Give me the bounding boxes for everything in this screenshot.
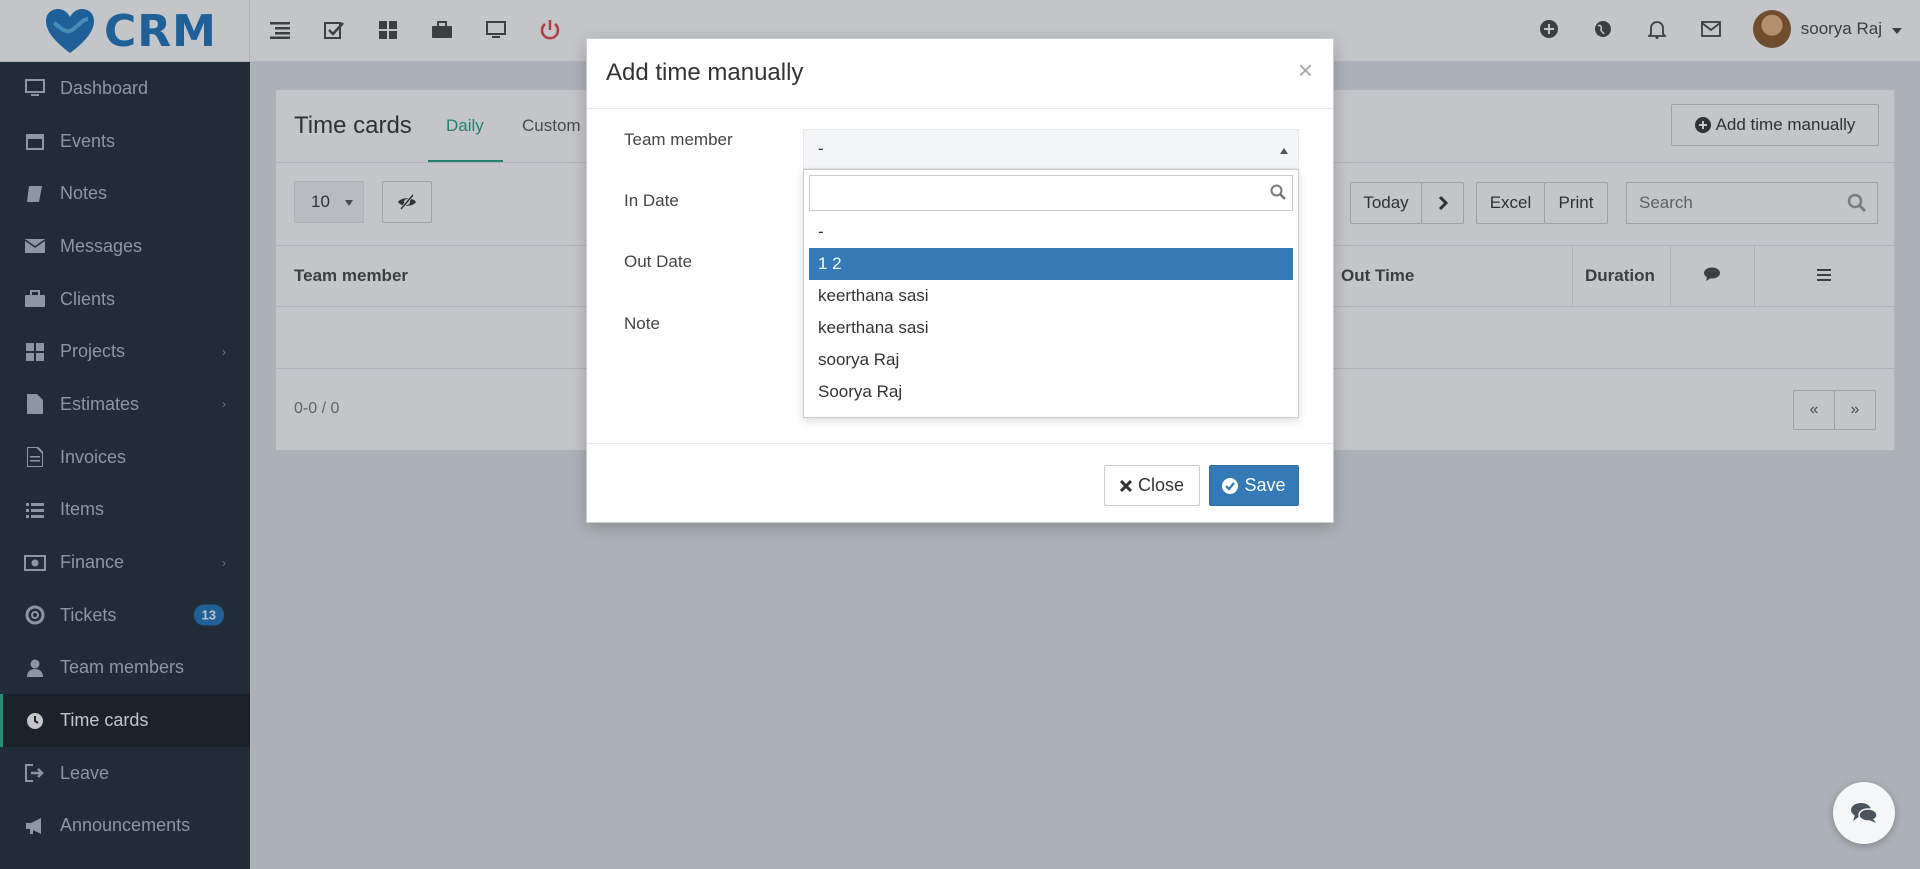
divider [587,443,1333,444]
team-member-value: - [818,139,824,158]
check-circle-icon [1222,477,1239,494]
save-button-label: Save [1244,475,1286,495]
divider [587,108,1333,109]
save-button[interactable]: Save [1209,465,1299,506]
in-date-label: In Date [624,191,679,210]
dropdown-option[interactable]: soorya Raj [809,344,1293,376]
dropdown-search-field[interactable] [809,175,1293,211]
team-member-label: Team member [624,130,733,149]
search-icon [1270,184,1286,205]
team-member-dropdown: - 1 2 keerthana sasi keerthana sasi soor… [803,169,1299,418]
chat-button[interactable] [1833,782,1895,844]
dropdown-option[interactable]: keerthana sasi [809,312,1293,344]
dropdown-option[interactable]: - [809,216,1293,248]
close-icon [1119,479,1132,492]
out-date-label: Out Date [624,252,693,271]
close-icon[interactable]: × [1298,57,1313,83]
dropdown-option[interactable]: keerthana sasi [809,280,1293,312]
dropdown-search-input[interactable] [810,176,1250,210]
team-member-select[interactable]: - [803,129,1299,169]
dropdown-option[interactable]: Soorya Raj [809,376,1293,408]
comments-icon [1851,803,1877,823]
modal-title: Add time manually [606,59,804,86]
dropdown-option-highlighted[interactable]: 1 2 [809,248,1293,280]
note-label: Note [624,314,660,333]
close-button[interactable]: Close [1104,465,1200,506]
caret-up-icon [1280,148,1288,154]
add-time-modal: Add time manually × Team member In Date … [586,38,1334,523]
close-button-label: Close [1137,475,1185,495]
